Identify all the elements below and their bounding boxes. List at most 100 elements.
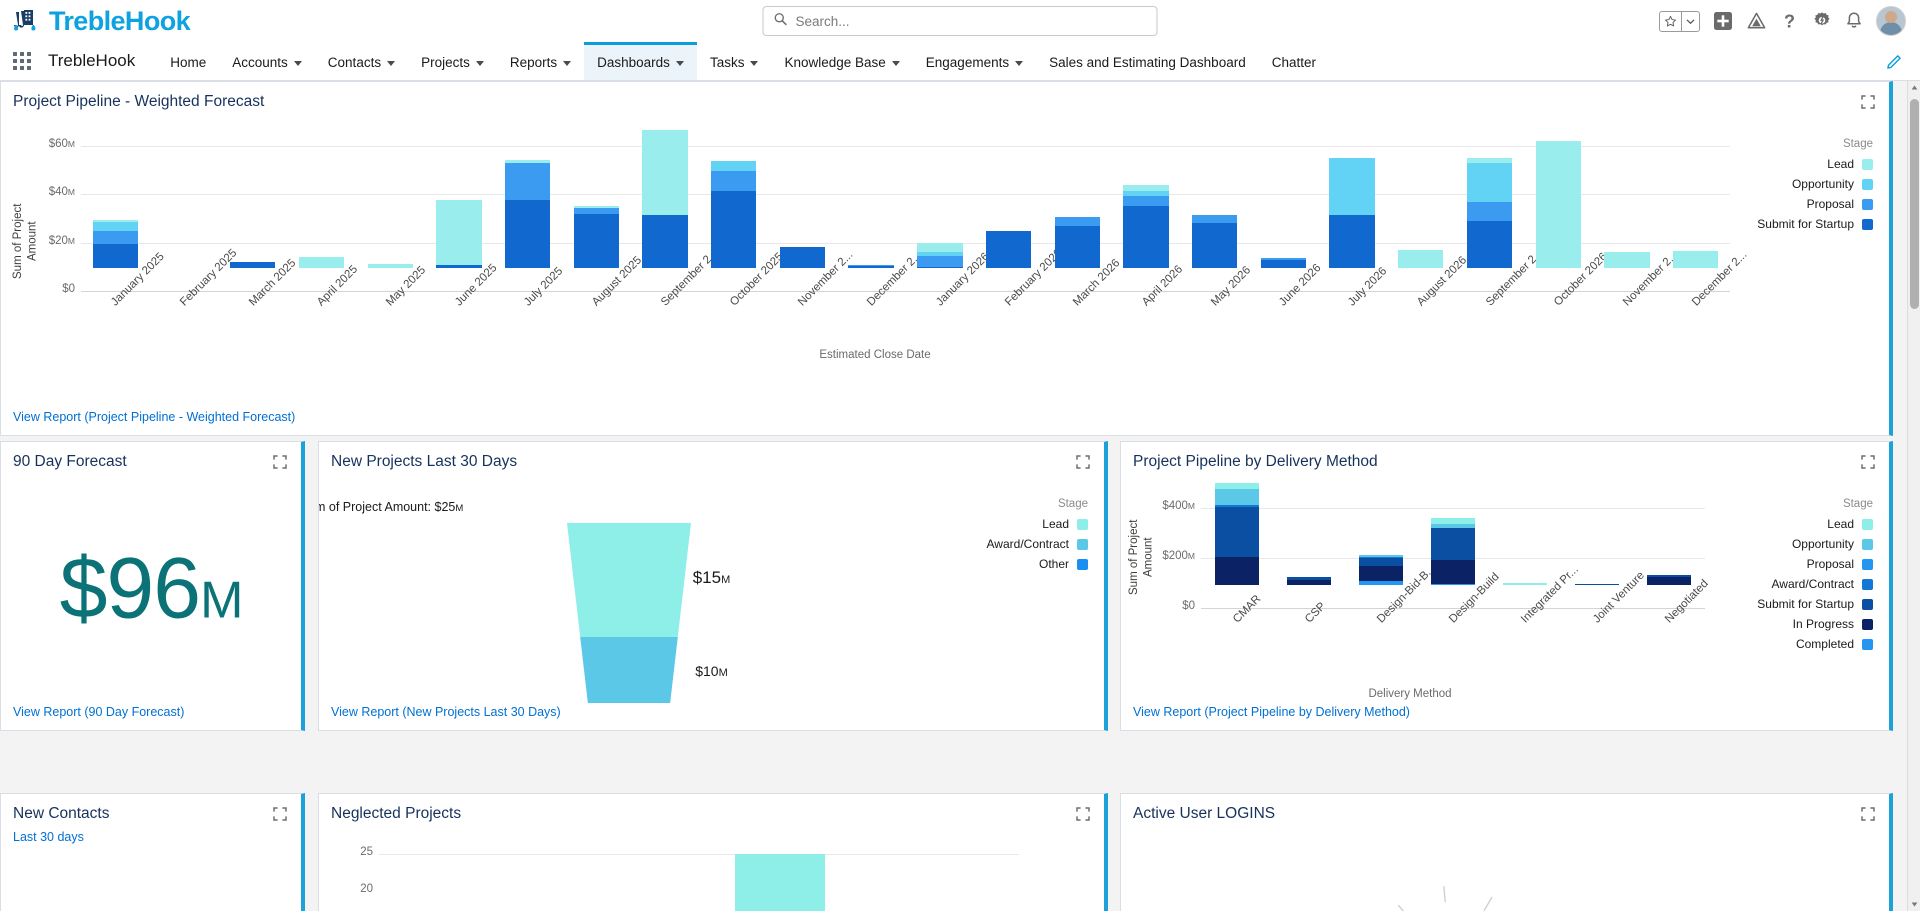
bar-segment[interactable] [1329,158,1375,215]
bar-column[interactable] [1359,554,1403,585]
bar-column[interactable] [642,130,688,268]
bar-column[interactable] [1672,251,1719,268]
nav-item-accounts[interactable]: Accounts [219,42,315,80]
bar-column[interactable] [917,242,963,268]
bar-segment[interactable] [1466,201,1513,221]
bar-segment[interactable] [1398,249,1444,268]
bar-segment[interactable] [1431,527,1475,560]
bar-column[interactable] [1215,482,1259,585]
bar-column[interactable] [1054,217,1100,268]
bar-segment[interactable] [711,190,757,268]
bar-segment[interactable] [1535,141,1581,268]
bar-column[interactable] [1535,141,1581,268]
bar-segment[interactable] [1192,223,1238,268]
bar-column[interactable] [436,199,482,268]
nav-item-tasks[interactable]: Tasks [697,42,772,80]
bar-segment[interactable] [1359,565,1403,581]
view-report-link[interactable]: View Report (Project Pipeline - Weighted… [13,410,295,424]
bar-segment[interactable] [230,262,276,268]
legend-item-completed[interactable]: Completed [1728,637,1873,651]
bar-column[interactable] [1329,158,1375,268]
bar-segment[interactable] [1431,583,1475,585]
bar-column[interactable] [573,206,619,268]
bar-segment[interactable] [1466,220,1513,268]
expand-icon[interactable] [271,453,289,476]
bar-segment[interactable] [711,171,757,191]
global-actions-plus-icon[interactable] [1713,11,1733,31]
bar-segment[interactable] [1604,252,1650,268]
bar-segment[interactable] [1431,559,1475,584]
nav-item-contacts[interactable]: Contacts [315,42,408,80]
bar-column[interactable] [367,263,413,268]
bar-column[interactable] [298,257,345,268]
bar-segment[interactable] [1215,556,1259,585]
nav-item-dashboards[interactable]: Dashboards [584,42,697,80]
bar-segment[interactable] [1287,580,1331,585]
bar-segment[interactable] [735,854,825,911]
nav-item-chatter[interactable]: Chatter [1259,42,1329,80]
expand-icon[interactable] [1859,93,1877,116]
bar-column[interactable] [1647,574,1691,585]
bar-segment[interactable] [642,214,688,268]
chevron-down-icon[interactable] [675,61,684,66]
legend-item-lead[interactable]: Lead [1733,157,1873,171]
favorites-control[interactable] [1659,10,1700,32]
chevron-down-icon[interactable] [1015,61,1024,66]
view-report-link[interactable]: View Report (Project Pipeline by Deliver… [1133,705,1410,719]
legend-item-opportunity[interactable]: Opportunity [1728,537,1873,551]
bar-segment[interactable] [1054,217,1100,226]
bar-segment[interactable] [298,257,345,268]
bar-segment[interactable] [92,243,139,268]
bar-column[interactable] [1398,249,1444,268]
bar-segment[interactable] [1054,225,1100,268]
chevron-down-icon[interactable] [293,61,302,66]
scroll-up-arrow-icon[interactable] [1908,81,1920,94]
legend-item-award-contract[interactable]: Award/Contract [958,537,1088,551]
user-avatar[interactable] [1876,6,1906,36]
favorites-caret-icon[interactable] [1682,12,1699,31]
legend-item-lead[interactable]: Lead [958,517,1088,531]
bar-column[interactable] [1604,252,1650,268]
legend-item-proposal[interactable]: Proposal [1728,557,1873,571]
bar-column[interactable] [779,247,826,268]
bar-column[interactable] [1287,576,1331,585]
new-contacts-subtitle-link[interactable]: Last 30 days [13,830,84,844]
bar-column[interactable] [1260,257,1307,268]
bar-segment[interactable] [1647,576,1691,585]
global-search[interactable] [762,6,1158,36]
expand-icon[interactable] [1859,453,1877,476]
chevron-down-icon[interactable] [563,61,572,66]
nav-item-projects[interactable]: Projects [408,42,497,80]
bar-segment[interactable] [1260,260,1307,268]
expand-icon[interactable] [1074,805,1092,828]
legend-item-proposal[interactable]: Proposal [1733,197,1873,211]
nav-item-reports[interactable]: Reports [497,42,584,80]
expand-icon[interactable] [271,805,289,828]
nav-item-knowledge-base[interactable]: Knowledge Base [771,42,912,80]
legend-item-submit-for-startup[interactable]: Submit for Startup [1728,597,1873,611]
bar-segment[interactable] [848,266,894,268]
nav-item-engagements[interactable]: Engagements [913,42,1036,80]
page-scrollbar[interactable] [1907,81,1920,911]
bar-segment[interactable] [1359,557,1403,566]
bar-segment[interactable] [92,230,139,244]
bar-column[interactable] [230,262,276,268]
bar-segment[interactable] [711,160,757,172]
bar-segment[interactable] [1575,584,1619,585]
expand-icon[interactable] [1859,805,1877,828]
bar-segment[interactable] [917,242,963,253]
help-question-icon[interactable]: ? [1780,11,1799,32]
legend-item-lead[interactable]: Lead [1728,517,1873,531]
bar-column[interactable] [848,264,894,268]
bar-segment[interactable] [1123,206,1169,268]
bar-segment[interactable] [1359,580,1403,585]
chevron-down-icon[interactable] [475,61,484,66]
bar-segment[interactable] [1466,162,1513,202]
bar-segment[interactable] [504,162,551,201]
brand-logo[interactable]: TrebleHook [0,6,191,37]
scroll-down-arrow-icon[interactable] [1908,898,1920,911]
bar-column[interactable] [1192,214,1238,268]
view-report-link[interactable]: View Report (New Projects Last 30 Days) [331,705,561,719]
view-report-link[interactable]: View Report (90 Day Forecast) [13,705,184,719]
bar-segment[interactable] [436,199,482,266]
